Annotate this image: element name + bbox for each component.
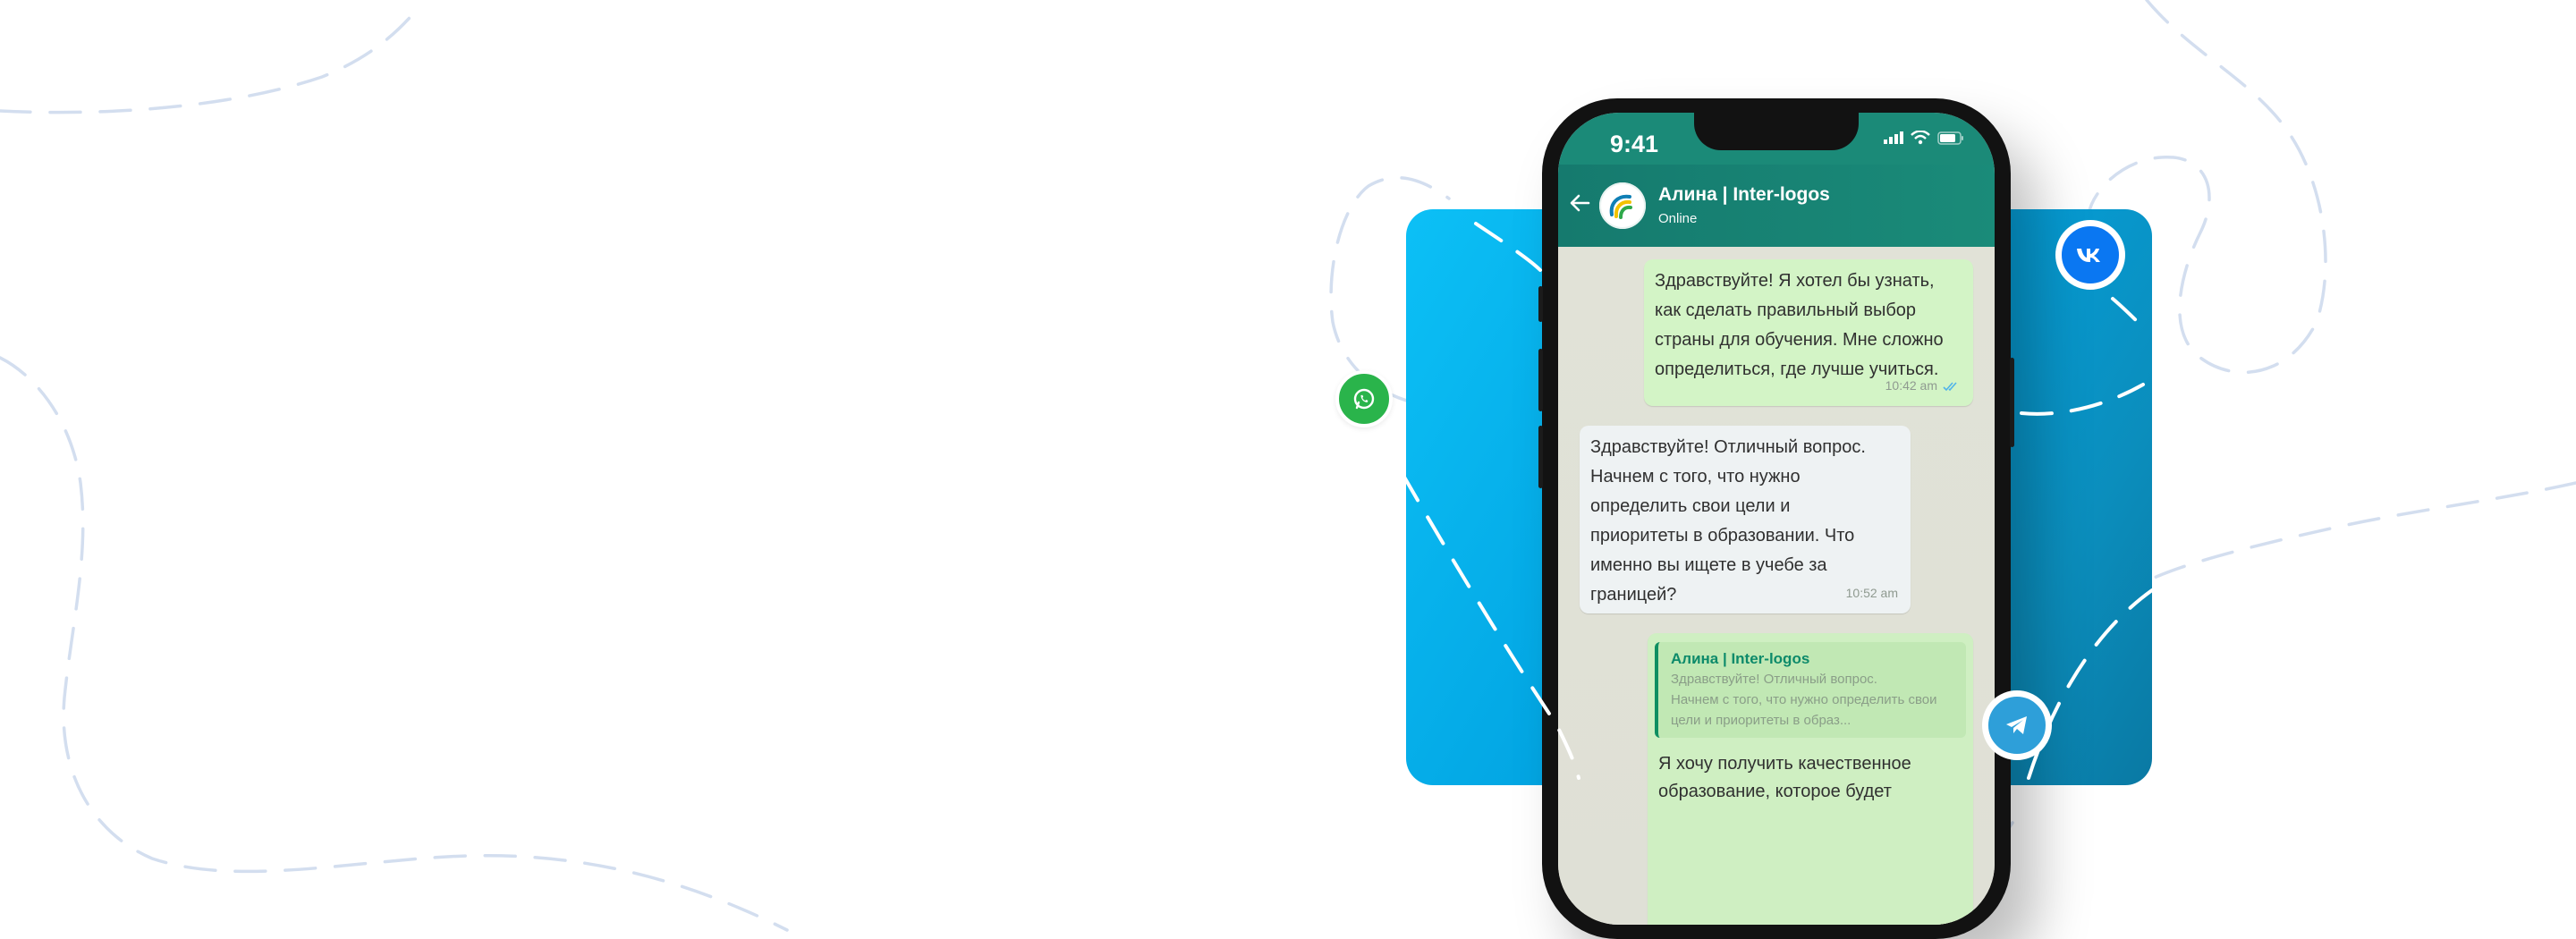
message-line: определить свои цели и <box>1590 496 1791 516</box>
double-check-icon <box>1943 381 1957 391</box>
phone-side-button <box>1538 349 1543 411</box>
message-line: страны для обучения. Мне сложно <box>1655 330 1944 350</box>
message-line: Здравствуйте! Я хотел бы узнать, <box>1655 271 1935 291</box>
decorative-dashed-lines-front <box>1401 222 2154 780</box>
phone-mockup: 9:41 Алина | Inter-logos Online Здравств… <box>1538 98 2014 939</box>
message-line: Здравствуйте! Отличный вопрос. <box>1590 437 1866 457</box>
decorative-dashed-lines <box>0 0 2576 939</box>
phone-side-button <box>2010 358 2014 447</box>
telegram-button[interactable] <box>1982 690 2052 760</box>
wifi-icon <box>1911 131 1930 145</box>
quote-line: цели и приоритеты в образ... <box>1671 713 1852 728</box>
message-bubble-outgoing[interactable]: Алина | Inter-logos Здравствуйте! Отличн… <box>1648 633 1973 925</box>
message-bubble-outgoing[interactable]: Здравствуйте! Я хотел бы узнать, как сде… <box>1644 259 1973 406</box>
avatar[interactable] <box>1599 182 1646 229</box>
whatsapp-button[interactable] <box>1335 370 1393 427</box>
chat-header: Алина | Inter-logos Online <box>1558 165 1995 247</box>
message-line: Я хочу получить качественное <box>1658 754 1911 774</box>
message-bubble-incoming[interactable]: Здравствуйте! Отличный вопрос. Начнем с … <box>1580 426 1911 613</box>
quote-line: Здравствуйте! Отличный вопрос. <box>1671 672 1877 687</box>
phone-notch <box>1694 113 1859 150</box>
message-line: как сделать правильный выбор <box>1655 300 1917 320</box>
arrow-left-icon[interactable] <box>1567 190 1594 216</box>
inter-logos-logo <box>1609 194 1632 219</box>
vk-icon <box>2077 249 2100 262</box>
message-time: 10:52 am <box>1845 586 1898 600</box>
message-time: 10:42 am <box>1885 378 1937 393</box>
message-line: Начнем с того, что нужно <box>1590 467 1801 486</box>
signal-icon <box>1884 131 1903 144</box>
quote-author: Алина | Inter-logos <box>1671 650 1810 667</box>
status-time: 9:41 <box>1610 131 1659 157</box>
vk-button[interactable] <box>2055 220 2125 290</box>
telegram-icon <box>2006 716 2027 734</box>
reply-quote[interactable]: Алина | Inter-logos Здравствуйте! Отличн… <box>1655 642 1966 738</box>
contact-name[interactable]: Алина | Inter-logos <box>1658 184 1830 206</box>
whatsapp-icon <box>1353 388 1375 410</box>
quote-line: Начнем с того, что нужно определить свои <box>1671 692 1937 707</box>
chat-area[interactable]: Здравствуйте! Я хотел бы узнать, как сде… <box>1558 247 1995 925</box>
battery-icon <box>1937 131 1963 145</box>
phone-side-button <box>1538 426 1543 488</box>
message-line: образование, которое будет <box>1658 782 1892 801</box>
message-line: именно вы ищете в учебе за <box>1590 555 1827 575</box>
contact-status: Online <box>1658 211 1698 226</box>
message-line: приоритеты в образовании. Что <box>1590 526 1855 546</box>
phone-screen: 9:41 Алина | Inter-logos Online Здравств… <box>1558 113 1995 925</box>
phone-side-button <box>1538 286 1543 322</box>
